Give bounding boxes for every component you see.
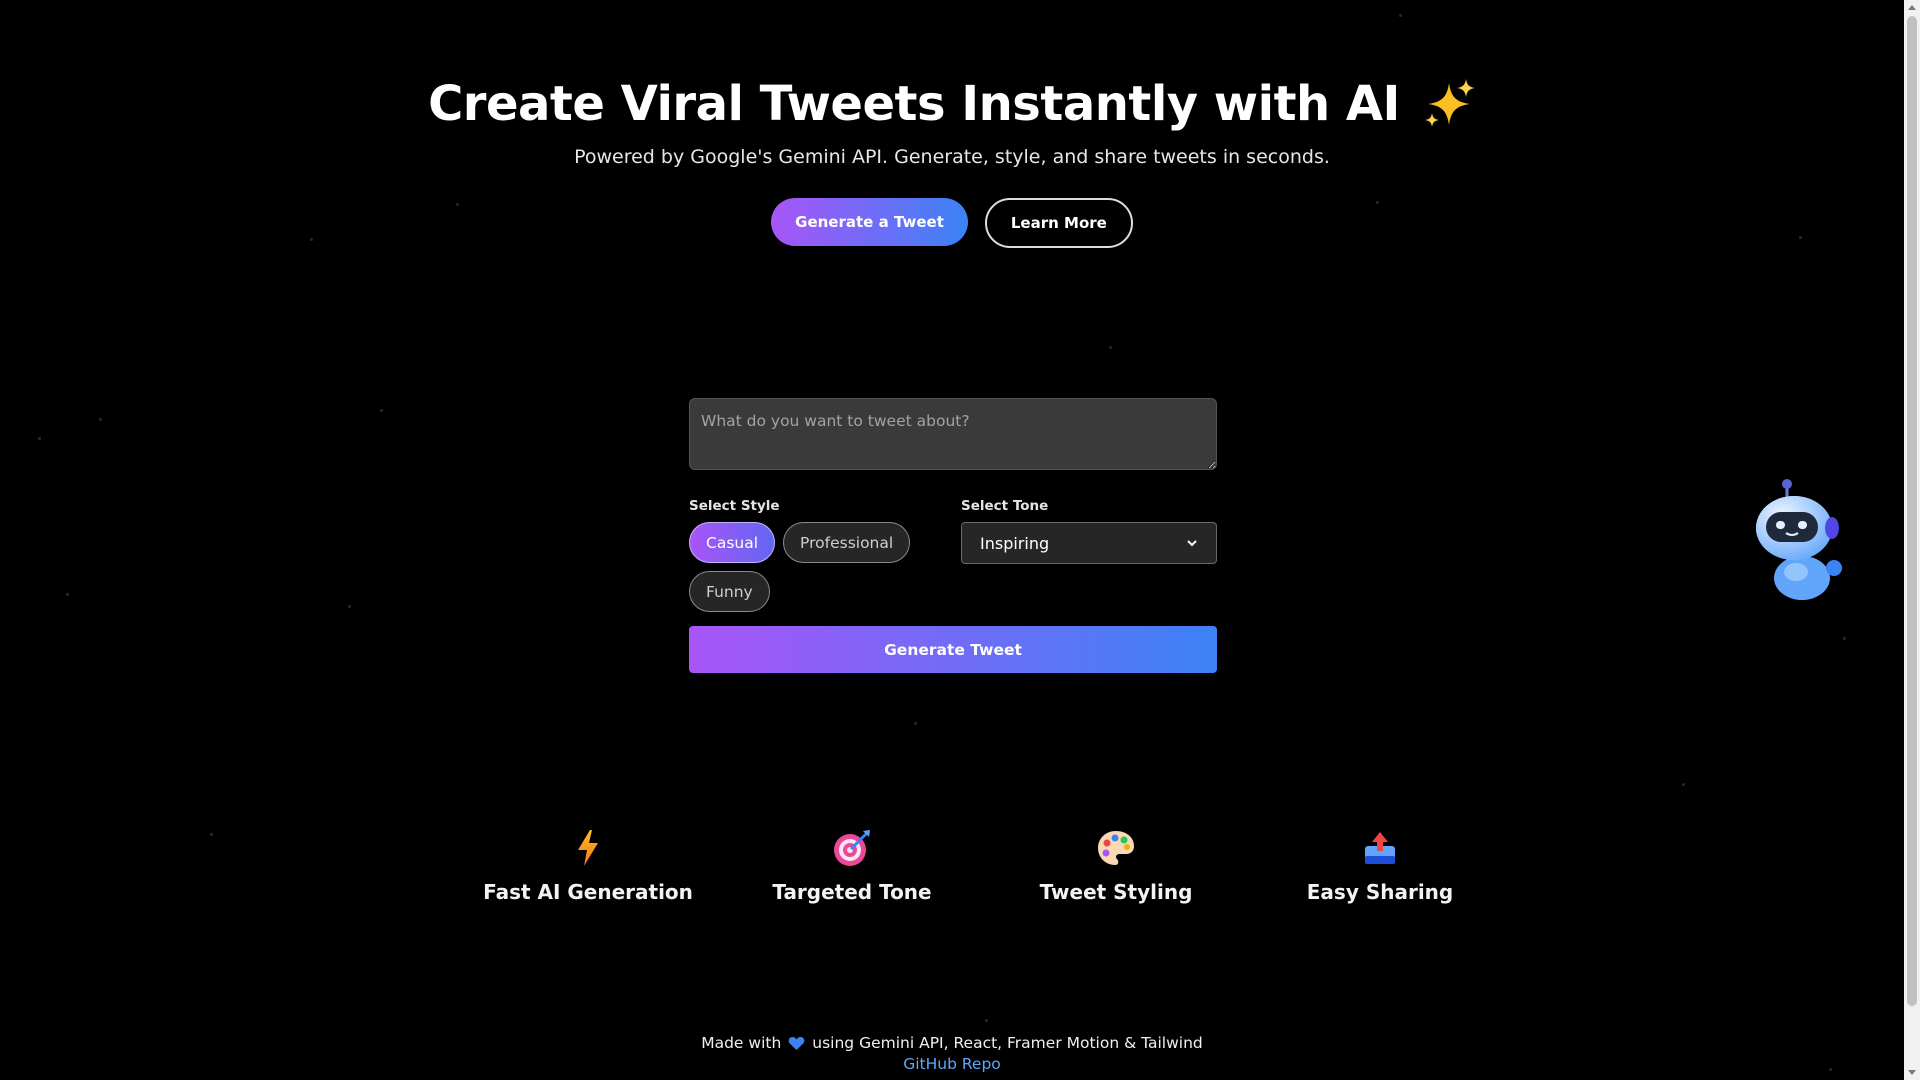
tone-label: Select Tone <box>961 498 1049 514</box>
footer-credits: Made with using Gemini API, React, Frame… <box>0 1034 1904 1052</box>
chevron-down-icon <box>1187 540 1197 547</box>
feature-title: Targeted Tone <box>772 880 932 904</box>
scrollbar-thumb[interactable] <box>1907 16 1917 1006</box>
features-section: Fast AI Generation Targeted Tone Tweet S… <box>456 828 1512 904</box>
palette-icon <box>1098 831 1134 865</box>
github-repo-link[interactable]: GitHub Repo <box>903 1055 1001 1073</box>
feature-title: Fast AI Generation <box>483 880 693 904</box>
lightning-icon <box>578 830 598 866</box>
scroll-down-arrow-icon[interactable] <box>1908 1070 1916 1075</box>
style-option-professional[interactable]: Professional <box>783 522 911 563</box>
tweet-generator-form: Select Style Casual Professional Funny S… <box>689 398 1217 673</box>
target-icon <box>834 830 870 866</box>
footer-tech-stack: using Gemini API, React, Framer Motion &… <box>812 1034 1203 1052</box>
style-selector: Select Style Casual Professional Funny <box>689 498 937 612</box>
learn-more-button[interactable]: Learn More <box>984 198 1133 248</box>
feature-title: Tweet Styling <box>1039 880 1193 904</box>
scroll-up-arrow-icon[interactable] <box>1908 5 1916 10</box>
vertical-scrollbar[interactable] <box>1904 0 1920 1080</box>
tweet-topic-input[interactable] <box>689 398 1217 470</box>
tone-dropdown[interactable]: Inspiring <box>961 522 1217 564</box>
blue-heart-icon <box>788 1036 805 1050</box>
hero-subtitle: Powered by Google's Gemini API. Generate… <box>574 146 1330 168</box>
generate-tweet-button[interactable]: Generate Tweet <box>689 626 1217 673</box>
style-option-casual[interactable]: Casual <box>689 522 776 563</box>
feature-card: Tweet Styling <box>984 828 1248 904</box>
robot-mascot-icon[interactable] <box>1756 478 1846 600</box>
style-options: Casual Professional Funny <box>689 522 937 612</box>
sparkles-icon <box>1424 79 1475 127</box>
footer: Made with using Gemini API, React, Frame… <box>0 1034 1904 1073</box>
style-option-funny[interactable]: Funny <box>689 571 770 612</box>
hero-buttons: Generate a Tweet Learn More <box>0 198 1904 248</box>
footer-made-with: Made with <box>701 1034 782 1052</box>
tone-selector: Select Tone Inspiring <box>961 498 1217 612</box>
style-label: Select Style <box>689 498 780 514</box>
page: Create Viral Tweets Instantly with AI Po… <box>0 0 1920 1080</box>
generate-a-tweet-button[interactable]: Generate a Tweet <box>771 198 968 246</box>
feature-card: Easy Sharing <box>1248 828 1512 904</box>
feature-card: Fast AI Generation <box>456 828 720 904</box>
feature-card: Targeted Tone <box>720 828 984 904</box>
options-row: Select Style Casual Professional Funny S… <box>689 498 1217 612</box>
outbox-tray-icon <box>1365 832 1395 864</box>
page-title: Create Viral Tweets Instantly with AI <box>428 76 1400 132</box>
tone-selected-value: Inspiring <box>980 533 1050 553</box>
hero-section: Create Viral Tweets Instantly with AI Po… <box>0 76 1904 248</box>
feature-title: Easy Sharing <box>1306 880 1454 904</box>
